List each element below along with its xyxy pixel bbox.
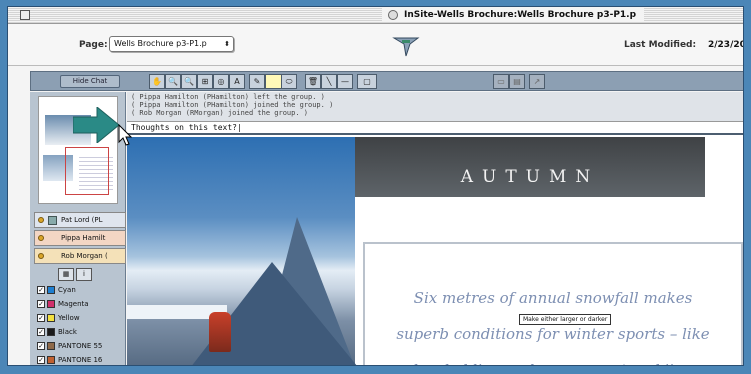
page-select[interactable]: Wells Brochure p3-P1.p ⬍ [109,36,234,52]
plates-tab-icon[interactable]: ▦ [58,268,74,281]
plate-swatch [47,356,55,364]
plate-swatch [47,286,55,294]
last-modified-label: Last Modified: [624,40,697,50]
zoom-in-icon[interactable]: 🔍 [165,74,181,89]
grey-tool-3-icon[interactable]: ↗ [529,74,545,89]
plate-row[interactable]: ✓ Magenta [34,297,126,311]
plate-name: Yellow [58,314,80,322]
page-select-value: Wells Brochure p3-P1.p [114,39,207,48]
arrow-pointer-icon [73,107,119,143]
plate-checkbox[interactable]: ✓ [37,356,45,364]
plate-row[interactable]: ✓ PANTONE 16 [34,353,126,365]
plate-name: PANTONE 55 [58,342,103,350]
plate-swatch [47,328,55,336]
text-tool-icon[interactable]: A [229,74,245,89]
hand-icon[interactable]: ✋ [149,74,165,89]
climber-figure [209,312,231,352]
trash-icon[interactable]: 🗑 [305,74,321,89]
plate-name: Magenta [58,300,89,308]
select-arrows-icon: ⬍ [224,40,230,48]
user-status-icon [38,253,44,259]
user-name: Rob Morgan ( [61,252,108,260]
plate-name: Cyan [58,286,76,294]
plate-checkbox[interactable]: ✓ [37,314,45,322]
user-name: Pat Lord (PL [61,216,103,224]
window-frame: InSite-Wells Brochure:Wells Brochure p3-… [0,0,751,374]
last-modified-value: 2/23/2002 2:47 [708,40,743,50]
body-line: Six metres of annual snowfall makes [413,289,693,307]
plate-list: ✓ Cyan ✓ Magenta ✓ Yellow ✓ Black ✓ PANTONE 55 ✓ PA… [34,283,126,365]
user-name: Pippa Hamilt [61,234,106,242]
plate-row[interactable]: ✓ Black [34,325,126,339]
autumn-banner: AUTUMN [355,137,705,197]
annotation-note[interactable]: Make either larger or darker [519,314,612,325]
user-status-icon [38,217,44,223]
close-box-icon[interactable] [20,10,30,20]
title-bar[interactable]: InSite-Wells Brochure:Wells Brochure p3-… [8,7,743,24]
plate-checkbox[interactable]: ✓ [37,300,45,308]
user-status-icon [38,235,44,241]
plate-row[interactable]: ✓ Cyan [34,283,126,297]
user-row[interactable]: Pippa Hamilt [34,230,126,246]
plate-checkbox[interactable]: ✓ [37,286,45,294]
insite-logo-icon [392,37,420,57]
user-list: Pat Lord (PL Pippa Hamilt Rob Morgan ( [34,212,126,266]
toolbar: Hide Chat ✋ 🔍 🔍 ⊞ ◎ A ✎ ⬭ 🗑 ╲ — ▢ ▭ ▤ ↗ [30,71,743,91]
thumbnail-view-box[interactable] [65,147,109,195]
target-icon[interactable]: ◎ [213,74,229,89]
skier-photo [127,137,362,365]
pencil-icon[interactable]: ✎ [249,74,265,89]
window-title: InSite-Wells Brochure:Wells Brochure p3-… [382,8,645,22]
zoom-out-icon[interactable]: 🔍 [181,74,197,89]
window-title-text: InSite-Wells Brochure:Wells Brochure p3-… [404,10,637,20]
page-label: Page: [79,40,108,50]
plate-checkbox[interactable]: ✓ [37,342,45,350]
user-row[interactable]: Pat Lord (PL [34,212,126,228]
plate-name: Black [58,328,77,336]
plate-checkbox[interactable]: ✓ [37,328,45,336]
body-line: dogsledding and cross-country skiing. [377,352,729,365]
plate-row[interactable]: ✓ Yellow [34,311,126,325]
chat-log: ( Pippa Hamilton (PHamilton) left the gr… [127,92,743,122]
plate-swatch [47,314,55,322]
chat-line: ( Pippa Hamilton (PHamilton) left the gr… [131,93,325,101]
fit-icon[interactable]: ⊞ [197,74,213,89]
line-icon[interactable]: ╲ [321,74,337,89]
oval-icon[interactable]: ⬭ [281,74,297,89]
user-badge-icon [48,216,57,225]
plate-swatch [47,342,55,350]
document-view[interactable]: ( Pippa Hamilton (PHamilton) left the gr… [127,92,743,365]
chat-line: ( Pippa Hamilton (PHamilton) joined the … [131,101,334,109]
frame-icon[interactable]: ▢ [357,74,377,89]
mouse-cursor-icon [118,124,132,146]
document-icon [388,10,398,20]
info-bar: Page: Wells Brochure p3-P1.p ⬍ Last Modi… [8,24,743,66]
chat-input[interactable]: Thoughts on this text?| [127,122,743,135]
plate-row[interactable]: ✓ PANTONE 55 [34,339,126,353]
plate-swatch [47,300,55,308]
panel-tabs: ▦ i [58,268,98,282]
banner-heading: AUTUMN [460,167,600,187]
hide-chat-button[interactable]: Hide Chat [60,75,120,88]
insite-window: InSite-Wells Brochure:Wells Brochure p3-… [7,6,744,366]
grey-tool-1-icon[interactable]: ▭ [493,74,509,89]
info-tab-icon[interactable]: i [76,268,92,281]
grey-tool-2-icon[interactable]: ▤ [509,74,525,89]
plate-name: PANTONE 16 [58,356,103,364]
chat-line: ( Rob Morgan (RMorgan) joined the group.… [131,109,309,117]
user-row[interactable]: Rob Morgan ( [34,248,126,264]
rule-icon[interactable]: — [337,74,353,89]
